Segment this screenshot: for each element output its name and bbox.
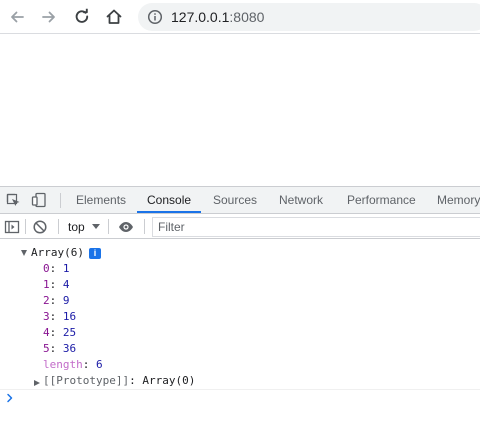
devtools-tab-bar: Elements Console Sources Network Perform… (0, 187, 480, 214)
array-entry: 1: 4 (43, 278, 70, 291)
array-entry: 4: 25 (43, 326, 77, 339)
clear-console-icon[interactable] (32, 219, 48, 235)
arrow-right-icon (42, 11, 55, 23)
show-sidebar-icon[interactable] (4, 219, 20, 235)
console-toolbar: top (0, 215, 480, 239)
prototype-key: [[Prototype]] (43, 374, 130, 387)
chevron-down-icon[interactable] (92, 224, 100, 229)
entry-value: 9 (62, 294, 70, 307)
console-output: Array(6) i 0: 1 1: 4 2: 9 3: 16 4: 25 5:… (0, 240, 480, 421)
tab-elements[interactable]: Elements (76, 187, 126, 214)
entry-value: 4 (62, 278, 70, 291)
entry-value: 16 (62, 310, 77, 323)
address-bar[interactable]: 127.0.0.1:8080 (138, 3, 480, 31)
info-badge[interactable]: i (89, 248, 101, 259)
entry-value: 36 (62, 342, 77, 355)
entry-value: 25 (62, 326, 77, 339)
expand-triangle-icon[interactable] (21, 250, 27, 256)
console-prompt-icon[interactable] (6, 392, 14, 404)
device-toolbar-icon[interactable] (31, 192, 47, 208)
info-circle-icon[interactable] (147, 9, 163, 25)
browser-toolbar: 127.0.0.1:8080 (0, 0, 480, 34)
tab-performance[interactable]: Performance (347, 187, 416, 214)
entry-key: 4 (43, 326, 50, 339)
array-label: Array(6) (31, 246, 84, 259)
inspect-element-icon[interactable] (5, 192, 21, 208)
array-entry: 5: 36 (43, 342, 77, 355)
context-selector[interactable]: top (68, 220, 85, 234)
page-viewport (0, 35, 480, 186)
active-tab-indicator (137, 211, 201, 213)
length-key: length (43, 358, 83, 371)
message-divider (0, 389, 480, 390)
toolbar-divider (108, 219, 109, 234)
entry-key: 2 (43, 294, 50, 307)
entry-key: 0 (43, 262, 50, 275)
array-entry: 3: 16 (43, 310, 77, 323)
array-entry: 2: 9 (43, 294, 70, 307)
filter-input[interactable] (152, 217, 480, 237)
tab-memory[interactable]: Memory (437, 187, 480, 214)
prototype-property[interactable]: [[Prototype]]: Array(0) (43, 373, 195, 389)
devtools-panel: Elements Console Sources Network Perform… (0, 186, 480, 421)
home-icon (106, 9, 122, 24)
entry-key: 3 (43, 310, 50, 323)
entry-value: 1 (62, 262, 70, 275)
tab-sources[interactable]: Sources (213, 187, 257, 214)
length-property: length: 6 (43, 358, 103, 371)
array-header[interactable]: Array(6) (31, 245, 84, 261)
collapse-triangle-icon[interactable] (34, 380, 40, 386)
reload-icon (75, 8, 89, 23)
tab-console[interactable]: Console (147, 187, 191, 214)
home-button[interactable] (102, 5, 126, 29)
back-button[interactable] (5, 5, 29, 29)
arrow-left-icon (11, 11, 24, 23)
toolbar-divider (144, 219, 145, 234)
length-value: 6 (96, 358, 103, 371)
prototype-value: Array(0) (142, 374, 196, 387)
reload-button[interactable] (70, 5, 94, 29)
url-port: :8080 (229, 9, 265, 25)
array-entry: 0: 1 (43, 262, 70, 275)
entry-key: 1 (43, 278, 50, 291)
toolbar-divider (58, 219, 59, 234)
entry-key: 5 (43, 342, 50, 355)
url-host: 127.0.0.1 (171, 9, 230, 25)
toolbar-divider (60, 193, 61, 208)
url-text[interactable]: 127.0.0.1:8080 (171, 10, 264, 24)
eye-icon[interactable] (118, 219, 134, 235)
forward-button[interactable] (37, 5, 61, 29)
tab-network[interactable]: Network (279, 187, 323, 214)
toolbar-divider (25, 219, 26, 234)
